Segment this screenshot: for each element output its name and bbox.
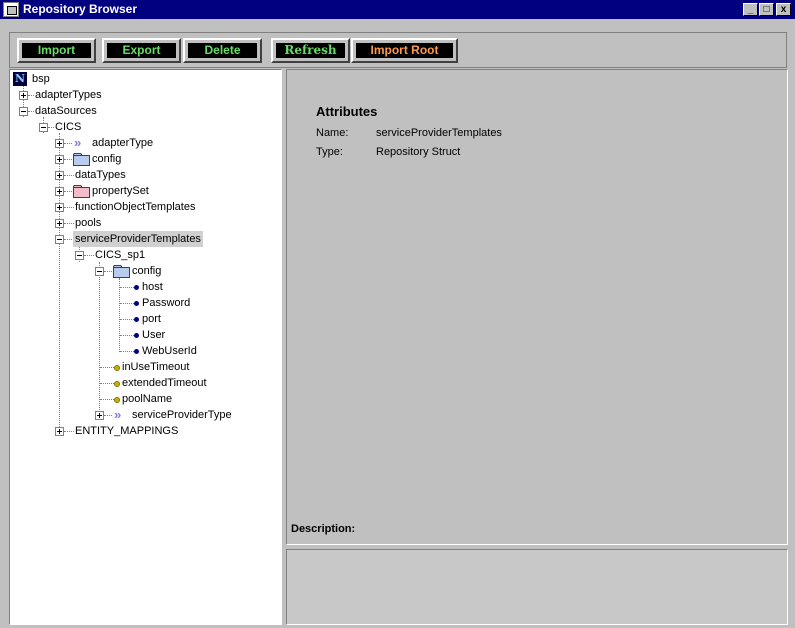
tree-node-pools[interactable]: pools xyxy=(10,215,270,231)
tree-node-label: CICS_sp1 xyxy=(95,249,146,261)
tree-node-label: host xyxy=(142,281,163,293)
tree-node-entity-mappings[interactable]: ENTITY_MAPPINGS xyxy=(10,423,270,439)
tree-leaf-poolname[interactable]: poolName xyxy=(10,391,270,407)
tree-node-label: port xyxy=(142,313,161,325)
tree-node-label: propertySet xyxy=(92,185,149,197)
tree-node-label: User xyxy=(142,329,166,341)
tree-leaf-inusetimeout[interactable]: inUseTimeout xyxy=(10,359,270,375)
import-button-label: Import xyxy=(22,43,91,58)
property-dot-icon xyxy=(134,301,139,306)
app-icon xyxy=(3,2,19,17)
property-dot-icon xyxy=(134,333,139,338)
folder-icon xyxy=(113,265,130,278)
tree-node-label: dataTypes xyxy=(75,169,126,181)
tree-node-label: CICS xyxy=(55,121,82,133)
import-button[interactable]: Import xyxy=(17,38,96,63)
tree-node-config[interactable]: config xyxy=(10,151,270,167)
collapse-icon[interactable] xyxy=(39,123,48,132)
name-value: serviceProviderTemplates xyxy=(376,127,502,139)
expand-icon[interactable] xyxy=(55,171,64,180)
tree-node-label: pools xyxy=(75,217,102,229)
tree-node-label-selected: serviceProviderTemplates xyxy=(73,231,203,247)
folder-icon xyxy=(73,185,90,198)
import-root-button[interactable]: Import Root xyxy=(351,38,458,63)
tree-node-adaptertype[interactable]: » adapterType xyxy=(10,135,270,151)
tree-node-cics-sp1[interactable]: CICS_sp1 xyxy=(10,247,270,263)
title-bar[interactable]: Repository Browser _ □ x xyxy=(0,0,795,19)
attributes-panel: Attributes Name: serviceProviderTemplate… xyxy=(286,69,788,545)
export-button-label: Export xyxy=(107,43,176,58)
tree-node-label: Password xyxy=(142,297,191,309)
type-label: Type: xyxy=(316,146,343,158)
collapse-icon[interactable] xyxy=(19,107,28,116)
description-field[interactable] xyxy=(286,549,788,625)
expand-icon[interactable] xyxy=(55,187,64,196)
tree-node-datasources[interactable]: dataSources xyxy=(10,103,270,119)
tree-node-label: poolName xyxy=(122,393,173,405)
tree-leaf-user[interactable]: User xyxy=(10,327,270,343)
expand-icon[interactable] xyxy=(19,91,28,100)
tree-node-label: config xyxy=(92,153,122,165)
tree-leaf-extendedtimeout[interactable]: extendedTimeout xyxy=(10,375,270,391)
expand-icon[interactable] xyxy=(55,139,64,148)
collapse-icon[interactable] xyxy=(55,235,64,244)
delete-button[interactable]: Delete xyxy=(183,38,262,63)
tree-node-functionobjecttemplates[interactable]: functionObjectTemplates xyxy=(10,199,270,215)
type-value: Repository Struct xyxy=(376,146,461,158)
property-dot-icon xyxy=(114,381,120,387)
property-dot-icon xyxy=(114,365,120,371)
tree-node-config-nested[interactable]: config xyxy=(10,263,270,279)
tree-node-label: WebUserId xyxy=(142,345,197,357)
property-dot-icon xyxy=(134,349,139,354)
expand-icon[interactable] xyxy=(95,411,104,420)
tree-node-label: config xyxy=(132,265,162,277)
property-dot-icon xyxy=(134,285,139,290)
description-label: Description: xyxy=(291,523,356,535)
tree-node-propertyset[interactable]: propertySet xyxy=(10,183,270,199)
tree-node-label: functionObjectTemplates xyxy=(75,201,196,213)
tree-node-cics[interactable]: CICS xyxy=(10,119,270,135)
expand-icon[interactable] xyxy=(55,427,64,436)
tree-node-label: adapterTypes xyxy=(35,89,102,101)
maximize-button[interactable]: □ xyxy=(759,3,774,16)
tree-node-label: bsp xyxy=(32,73,50,85)
tree-leaf-webuserid[interactable]: WebUserId xyxy=(10,343,270,359)
tree-leaf-password[interactable]: Password xyxy=(10,295,270,311)
refresh-button[interactable]: Refresh xyxy=(271,38,350,63)
tree-leaf-host[interactable]: host xyxy=(10,279,270,295)
import-root-button-label: Import Root xyxy=(356,43,453,58)
minimize-button[interactable]: _ xyxy=(743,3,758,16)
export-button[interactable]: Export xyxy=(102,38,181,63)
expand-icon[interactable] xyxy=(55,219,64,228)
tree-node-adaptertypes[interactable]: adapterTypes xyxy=(10,87,270,103)
toolbar: Import Export Delete Refresh Import Root xyxy=(9,32,787,68)
tree-node-label: extendedTimeout xyxy=(122,377,207,389)
attributes-heading: Attributes xyxy=(316,104,378,119)
close-button[interactable]: x xyxy=(776,3,791,16)
tree-node-label: adapterType xyxy=(92,137,154,149)
collapse-icon[interactable] xyxy=(75,251,84,260)
refresh-button-label: Refresh xyxy=(276,43,345,58)
tree-node-label: ENTITY_MAPPINGS xyxy=(75,425,179,437)
tree-node-serviceprovidertype[interactable]: » serviceProviderType xyxy=(10,407,270,423)
tree-node-label: dataSources xyxy=(35,105,97,117)
chevron-right-icon: » xyxy=(74,135,82,150)
expand-icon[interactable] xyxy=(55,155,64,164)
collapse-icon[interactable] xyxy=(95,267,104,276)
repository-tree[interactable]: N bsp adapterTypes dataSources CICS » ad… xyxy=(9,69,282,625)
name-label: Name: xyxy=(316,127,349,139)
property-dot-icon xyxy=(114,397,120,403)
tree-node-label: inUseTimeout xyxy=(122,361,190,373)
tree-node-label: serviceProviderType xyxy=(132,409,232,421)
window-title: Repository Browser xyxy=(23,2,138,16)
tree-leaf-port[interactable]: port xyxy=(10,311,270,327)
netscape-icon: N xyxy=(13,72,27,86)
folder-icon xyxy=(73,153,90,166)
expand-icon[interactable] xyxy=(55,203,64,212)
tree-node-serviceprovidertemplates[interactable]: serviceProviderTemplates xyxy=(10,231,270,247)
tree-node-datatypes[interactable]: dataTypes xyxy=(10,167,270,183)
delete-button-label: Delete xyxy=(188,43,257,58)
chevron-right-icon: » xyxy=(114,407,122,422)
property-dot-icon xyxy=(134,317,139,322)
